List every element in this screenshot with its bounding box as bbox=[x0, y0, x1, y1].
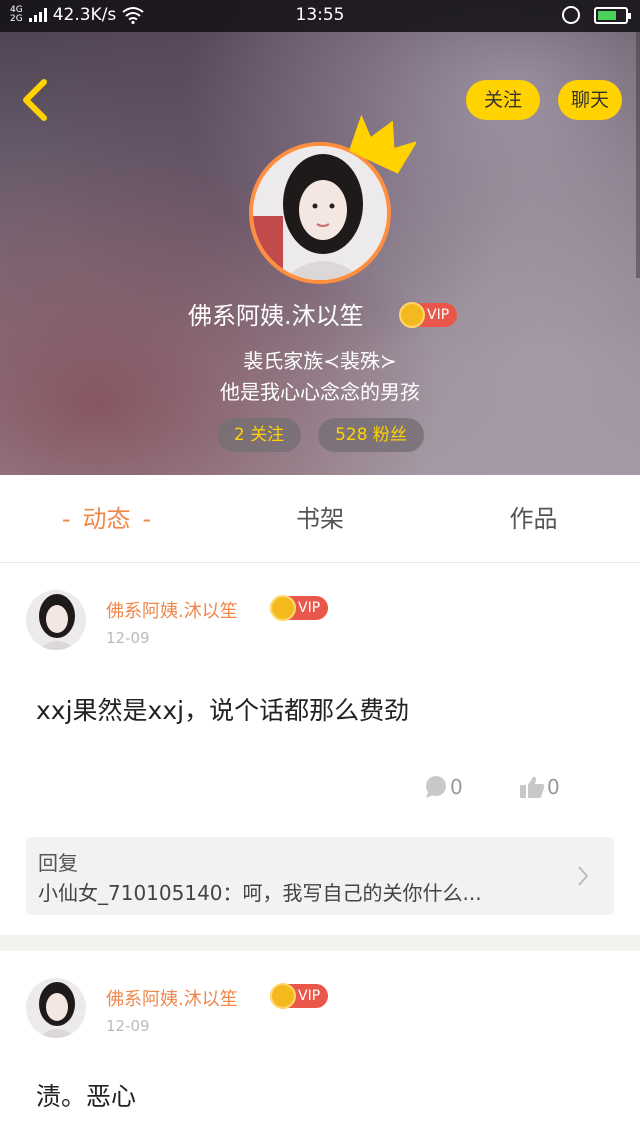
post-avatar-image bbox=[26, 590, 86, 650]
profile-tabs: - 动态 - 书架 作品 bbox=[0, 475, 640, 563]
tab-dash-right: - bbox=[142, 505, 152, 533]
vip-label: VIP bbox=[427, 307, 450, 323]
battery-icon bbox=[594, 6, 631, 24]
tab-bookshelf[interactable]: 书架 bbox=[213, 475, 427, 563]
vip-coin-icon bbox=[270, 983, 296, 1009]
avatar[interactable] bbox=[26, 978, 86, 1038]
vip-badge: VIP bbox=[270, 595, 329, 621]
tab-dash-left: - bbox=[61, 505, 71, 533]
vip-coin-icon bbox=[399, 302, 425, 328]
back-icon[interactable] bbox=[16, 78, 56, 122]
clock: 13:55 bbox=[295, 5, 345, 25]
following-count[interactable]: 2 关注 bbox=[217, 418, 301, 452]
comment-icon bbox=[426, 776, 446, 798]
vip-label: VIP bbox=[298, 600, 321, 616]
comment-count: 0 bbox=[450, 775, 463, 799]
status-bar: 4G 2G 42.3K/s 13:55 bbox=[0, 0, 640, 32]
like-button[interactable]: 0 bbox=[519, 775, 560, 799]
follow-button[interactable]: 关注 bbox=[466, 80, 540, 120]
chevron-right-icon bbox=[578, 866, 589, 886]
vip-coin-icon bbox=[270, 595, 296, 621]
reply-label: 回复 bbox=[38, 851, 78, 875]
post-date: 12-09 bbox=[106, 1017, 150, 1035]
status-right bbox=[562, 6, 631, 24]
post-date: 12-09 bbox=[106, 629, 150, 647]
tab-dynamic-label: 动态 bbox=[82, 505, 131, 533]
post-content: xxj果然是xxj，说个话都那么费劲 bbox=[36, 696, 410, 725]
post-avatar-image bbox=[26, 978, 86, 1038]
post-separator bbox=[0, 935, 640, 951]
avatar[interactable] bbox=[26, 590, 86, 650]
vip-label: VIP bbox=[298, 988, 321, 1004]
bio-line-2: 他是我心心念念的男孩 bbox=[220, 380, 420, 404]
post-username[interactable]: 佛系阿姨.沐以笙 bbox=[106, 597, 238, 623]
chat-button[interactable]: 聊天 bbox=[558, 80, 622, 120]
comment-button[interactable]: 0 bbox=[424, 775, 463, 799]
post-card[interactable]: 佛系阿姨.沐以笙 VIP 12-09 xxj果然是xxj，说个话都那么费劲 0 … bbox=[0, 563, 640, 935]
profile-header: 4G 2G 42.3K/s 13:55 关注 聊天 佛系阿姨.沐以笙 VIP 裴… bbox=[0, 0, 640, 475]
post-card[interactable]: 佛系阿姨.沐以笙 VIP 12-09 渍。恶心 bbox=[0, 951, 640, 1138]
bio-line-1: 裴氏家族≺裴殊≻ bbox=[243, 349, 397, 373]
tab-works[interactable]: 作品 bbox=[427, 475, 640, 563]
scroll-indicator bbox=[636, 32, 640, 278]
fans-count[interactable]: 528 粉丝 bbox=[318, 418, 424, 452]
post-username[interactable]: 佛系阿姨.沐以笙 bbox=[106, 985, 238, 1011]
vip-badge: VIP bbox=[270, 983, 329, 1009]
tab-dynamic[interactable]: - 动态 - bbox=[0, 475, 213, 563]
alarm-icon bbox=[562, 6, 580, 24]
crown-icon bbox=[348, 114, 416, 174]
vip-badge: VIP bbox=[399, 302, 458, 328]
post-content: 渍。恶心 bbox=[36, 1082, 137, 1111]
like-count: 0 bbox=[547, 775, 560, 799]
profile-name: 佛系阿姨.沐以笙 bbox=[188, 302, 364, 330]
reply-text: 小仙女_710105140：呵，我写自己的关你什么... bbox=[38, 881, 482, 905]
reply-preview[interactable]: 回复 小仙女_710105140：呵，我写自己的关你什么... bbox=[26, 837, 614, 915]
thumbs-up-icon bbox=[520, 776, 545, 798]
